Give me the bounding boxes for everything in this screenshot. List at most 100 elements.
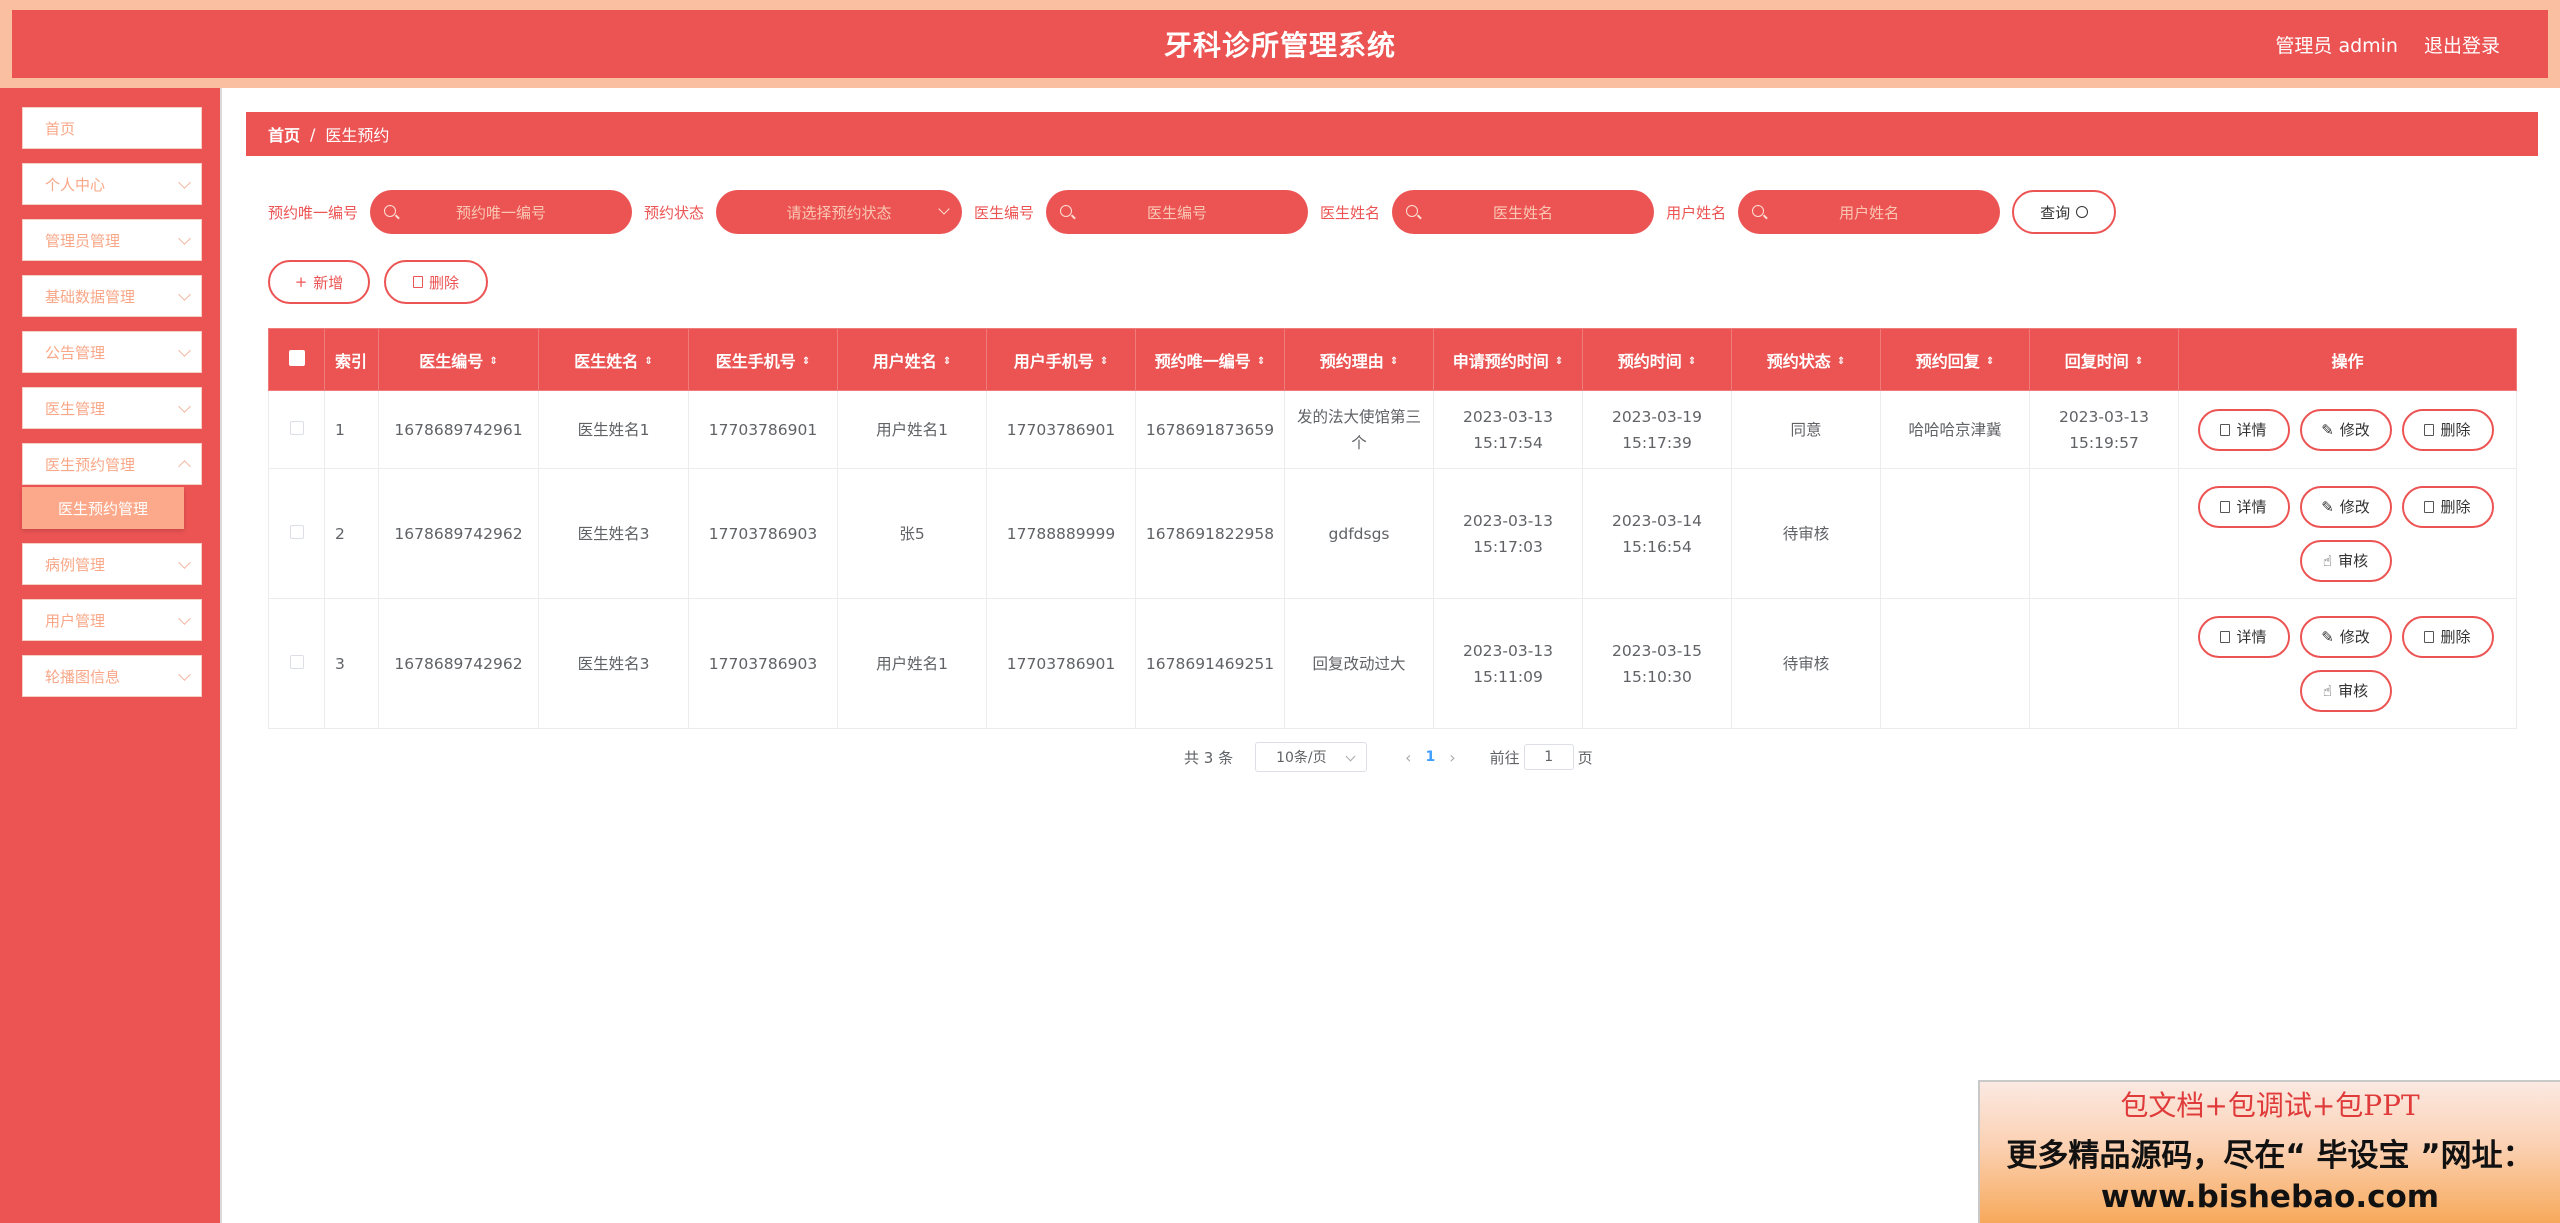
- table-row: 2 1678689742962 医生姓名3 17703786903 张5 177…: [268, 468, 2517, 599]
- cell-appt-no: 1678691469251: [1135, 598, 1285, 729]
- sort-icon[interactable]: ⇕: [1986, 357, 1994, 367]
- column-header-appt-no[interactable]: 预约唯一编号 ⇕: [1135, 328, 1285, 391]
- edit-button[interactable]: ✎ 修改: [2299, 408, 2392, 451]
- logout-button[interactable]: 退出登录: [2424, 31, 2500, 58]
- column-header-reply-time[interactable]: 回复时间 ⇕: [2029, 328, 2179, 391]
- goto-page-input[interactable]: 1: [1523, 744, 1574, 770]
- detail-button-label: 详情: [2236, 497, 2267, 516]
- search-input-doctor-name[interactable]: 医生姓名: [1392, 190, 1655, 234]
- row-checkbox[interactable]: [289, 524, 304, 539]
- detail-button[interactable]: 详情: [2197, 615, 2290, 658]
- column-header-reason[interactable]: 预约理由 ⇕: [1284, 328, 1434, 391]
- row-checkbox[interactable]: [289, 654, 304, 669]
- sort-icon[interactable]: ⇕: [1555, 357, 1563, 367]
- promo-line-1: 包文档+包调试+包PPT: [2120, 1089, 2420, 1122]
- detail-button[interactable]: 详情: [2197, 408, 2290, 451]
- sidebar-item-basic-data[interactable]: 基础数据管理: [22, 275, 202, 317]
- sidebar-item-label: 医生预约管理: [45, 455, 136, 474]
- search-placeholder: 用户姓名: [1839, 203, 1900, 222]
- search-icon: [2076, 206, 2089, 218]
- sort-icon[interactable]: ⇕: [2135, 357, 2143, 367]
- sort-icon[interactable]: ⇕: [644, 357, 652, 367]
- sidebar-item-user[interactable]: 用户管理: [22, 599, 202, 641]
- pencil-icon: ✎: [2321, 497, 2334, 516]
- sort-icon[interactable]: ⇕: [1837, 357, 1845, 367]
- status-select[interactable]: 请选择预约状态: [716, 190, 963, 234]
- sidebar-item-admin[interactable]: 管理员管理: [22, 219, 202, 261]
- cell-reply: 哈哈哈京津冀: [1880, 390, 2030, 469]
- chevron-down-icon: [178, 400, 191, 413]
- row-actions: 详情 ✎ 修改 删除 ☝ 审核: [2197, 602, 2498, 726]
- row-checkbox[interactable]: [289, 420, 304, 435]
- sidebar-item-home[interactable]: 首页: [22, 107, 202, 149]
- sidebar-item-appointment[interactable]: 医生预约管理: [22, 443, 202, 485]
- column-header-user-name[interactable]: 用户姓名 ⇕: [837, 328, 987, 391]
- row-select-cell[interactable]: [268, 390, 325, 469]
- sidebar-item-notice[interactable]: 公告管理: [22, 331, 202, 373]
- promo-line-2: 更多精品源码，尽在“ 毕设宝 ”网址：: [2006, 1138, 2534, 1174]
- breadcrumb-separator: /: [310, 124, 316, 144]
- cell-reply-time: 2023-03-13 15:19:57: [2029, 390, 2179, 469]
- sidebar-item-label: 个人中心: [45, 175, 106, 194]
- sort-icon[interactable]: ⇕: [943, 357, 951, 367]
- sidebar-subitem-appointment-manage[interactable]: 医生预约管理: [22, 487, 184, 529]
- document-icon: [2220, 630, 2231, 643]
- search-input-appt-no[interactable]: 预约唯一编号: [370, 190, 633, 234]
- row-select-cell[interactable]: [268, 598, 325, 729]
- search-input-doctor-no[interactable]: 医生编号: [1046, 190, 1309, 234]
- delete-button[interactable]: 删除: [2401, 408, 2494, 451]
- sort-icon[interactable]: ⇕: [1100, 357, 1108, 367]
- edit-button[interactable]: ✎ 修改: [2299, 485, 2392, 528]
- column-header-user-phone[interactable]: 用户手机号 ⇕: [986, 328, 1136, 391]
- cell-user-name: 用户姓名1: [837, 598, 987, 729]
- chevron-up-icon: [178, 460, 191, 473]
- column-header-doctor-no[interactable]: 医生编号 ⇕: [378, 328, 539, 391]
- chevron-down-icon: [178, 556, 191, 569]
- sort-icon[interactable]: ⇕: [1688, 357, 1696, 367]
- audit-button[interactable]: ☝ 审核: [2299, 669, 2392, 712]
- sidebar-item-profile[interactable]: 个人中心: [22, 163, 202, 205]
- delete-button[interactable]: 删除: [2401, 485, 2494, 528]
- sort-icon[interactable]: ⇕: [802, 357, 810, 367]
- page-size-select[interactable]: 10条/页: [1255, 742, 1368, 772]
- page-number-current[interactable]: 1: [1426, 749, 1436, 765]
- column-header-appt-time[interactable]: 预约时间 ⇕: [1582, 328, 1732, 391]
- sidebar-item-case[interactable]: 病例管理: [22, 543, 202, 585]
- detail-button[interactable]: 详情: [2197, 485, 2290, 528]
- select-all-checkbox[interactable]: [288, 349, 305, 366]
- cell-apply-time: 2023-03-13 15:11:09: [1433, 598, 1583, 729]
- batch-delete-button[interactable]: 删除: [384, 260, 488, 304]
- breadcrumb-home[interactable]: 首页: [268, 122, 300, 146]
- sort-icon[interactable]: ⇕: [1257, 357, 1265, 367]
- column-header-reply[interactable]: 预约回复 ⇕: [1880, 328, 2030, 391]
- select-all-cell[interactable]: [268, 328, 325, 391]
- sidebar-item-doctor[interactable]: 医生管理: [22, 387, 202, 429]
- cell-reason: 回复改动过大: [1284, 598, 1434, 729]
- cell-user-phone: 17703786901: [986, 390, 1136, 469]
- prev-page-button[interactable]: ‹: [1405, 748, 1411, 767]
- audit-button[interactable]: ☝ 审核: [2299, 539, 2392, 582]
- row-select-cell[interactable]: [268, 468, 325, 599]
- pagination-total: 共 3 条: [1184, 748, 1234, 767]
- edit-button-label: 修改: [2339, 627, 2370, 646]
- search-placeholder: 医生姓名: [1493, 203, 1554, 222]
- sort-icon[interactable]: ⇕: [1390, 357, 1398, 367]
- cell-doctor-no: 1678689742961: [378, 390, 539, 469]
- cell-index: 2: [324, 468, 379, 599]
- add-button[interactable]: + 新增: [268, 260, 370, 304]
- current-user-label[interactable]: 管理员 admin: [2275, 31, 2398, 58]
- sort-icon[interactable]: ⇕: [489, 357, 497, 367]
- query-button[interactable]: 查询: [2012, 190, 2117, 234]
- column-header-status[interactable]: 预约状态 ⇕: [1731, 328, 1881, 391]
- chevron-down-icon: [178, 176, 191, 189]
- delete-button[interactable]: 删除: [2401, 615, 2494, 658]
- search-input-user-name[interactable]: 用户姓名: [1738, 190, 2001, 234]
- column-header-doctor-name[interactable]: 医生姓名 ⇕: [538, 328, 689, 391]
- column-header-doctor-phone[interactable]: 医生手机号 ⇕: [688, 328, 838, 391]
- next-page-button[interactable]: ›: [1449, 748, 1455, 767]
- edit-button[interactable]: ✎ 修改: [2299, 615, 2392, 658]
- sidebar-item-carousel[interactable]: 轮播图信息: [22, 655, 202, 697]
- chevron-down-icon: [178, 232, 191, 245]
- column-header-apply-time[interactable]: 申请预约时间 ⇕: [1433, 328, 1583, 391]
- cell-doctor-phone: 17703786901: [688, 390, 838, 469]
